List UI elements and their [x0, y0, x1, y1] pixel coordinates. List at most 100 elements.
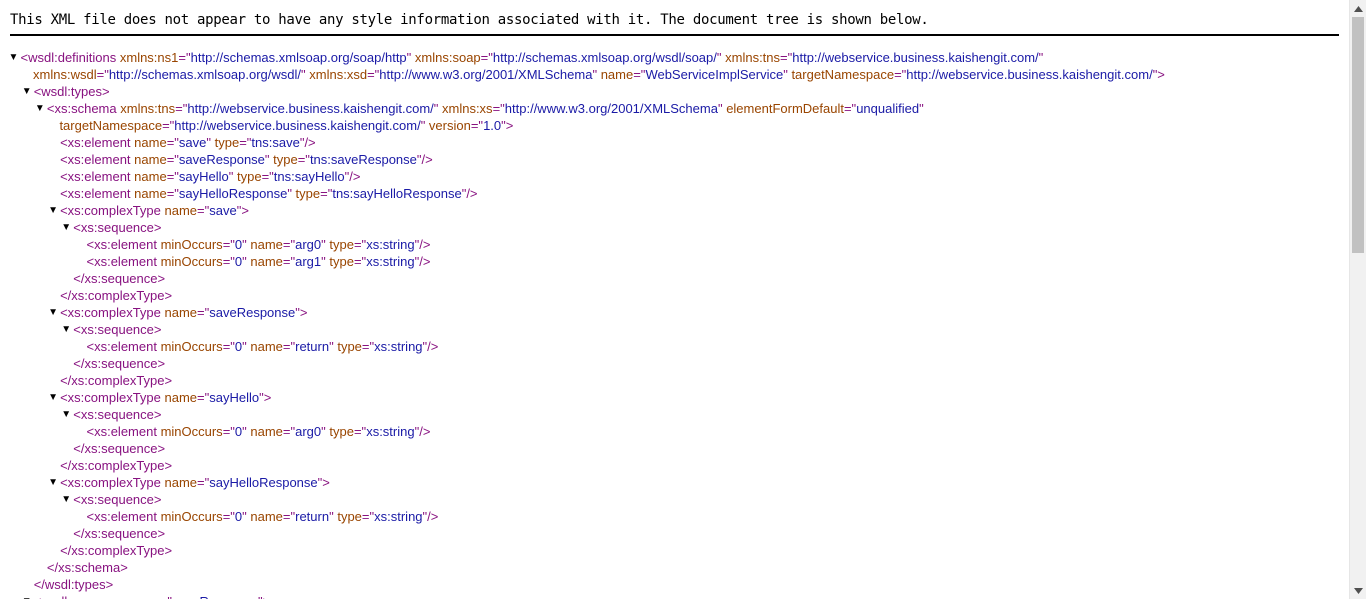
xml-tree-line-content: <xs:element minOccurs="0" name="arg0" ty…	[87, 423, 431, 440]
xml-attr-name: type	[325, 424, 354, 439]
xml-tree-line-content: </xs:sequence>	[73, 270, 165, 287]
xml-attr-name: name	[124, 594, 160, 599]
xml-tag-token: ">	[501, 118, 514, 133]
xml-tree-line: <xs:element name="saveResponse" type="tn…	[8, 151, 1343, 168]
xml-tag-token: "/>	[344, 169, 361, 184]
vertical-scrollbar[interactable]	[1349, 0, 1366, 599]
xml-attr-name: name	[246, 339, 283, 354]
xml-tree-line-content: <wsdl:definitions xmlns:ns1="http://sche…	[21, 49, 1044, 66]
xml-attr-value: xs:string	[366, 254, 415, 269]
xml-attr-name: targetNamespace	[787, 67, 895, 82]
xml-attr-name: xmlns:ns1	[116, 50, 179, 65]
xml-tag-token: ="	[492, 101, 505, 116]
xml-tree-line: ▼ <xs:sequence>	[8, 491, 1343, 508]
xml-tree-line: xmlns:wsdl="http://schemas.xmlsoap.org/w…	[8, 66, 1343, 83]
xml-attr-name: name	[160, 475, 198, 490]
xml-attr-name: type	[211, 135, 240, 150]
xml-tag-token: ="	[282, 237, 296, 252]
xml-tree-line: ▼ <xs:complexType name="save">	[8, 202, 1343, 219]
scroll-up-arrow-icon[interactable]	[1350, 0, 1366, 17]
xml-document-tree: ▼ <wsdl:definitions xmlns:ns1="http://sch…	[8, 49, 1343, 599]
xml-tree-line: targetNamespace="http://webservice.busin…	[8, 117, 1343, 134]
xml-tag-token: ="	[480, 50, 493, 65]
xml-attr-name: name	[246, 237, 283, 252]
xml-tree-line-content: <xs:element minOccurs="0" name="arg1" ty…	[87, 253, 431, 270]
xml-tree-line-content: </xs:complexType>	[60, 457, 172, 474]
xml-attr-name: version	[425, 118, 471, 133]
xml-tree-line-content: </xs:complexType>	[60, 542, 172, 559]
collapse-arrow-icon[interactable]: ▼	[61, 321, 71, 338]
collapse-arrow-icon[interactable]: ▼	[61, 219, 71, 236]
xml-attr-value: tns:sayHelloResponse	[332, 186, 462, 201]
xml-tag-token: ="	[166, 169, 179, 184]
no-style-info-notice: This XML file does not appear to have an…	[10, 10, 1339, 36]
xml-attr-value: arg0	[295, 237, 322, 252]
xml-tag-token: "/>	[422, 509, 439, 524]
xml-tree-line: ▼ <wsdl:types>	[8, 83, 1343, 100]
collapse-arrow-icon[interactable]: ▼	[35, 100, 45, 117]
collapse-arrow-icon[interactable]: ▼	[22, 593, 32, 599]
xml-tree-line-content: </xs:sequence>	[73, 440, 165, 457]
xml-tree-line-content: </xs:sequence>	[73, 525, 165, 542]
collapse-arrow-icon[interactable]: ▼	[61, 406, 71, 423]
xml-tree-line-content: </xs:schema>	[47, 559, 128, 576]
xml-tag-token: </xs:sequence>	[73, 441, 166, 456]
xml-tag-token: ">	[295, 305, 308, 320]
scrollbar-thumb[interactable]	[1352, 17, 1364, 253]
xml-tag-token: <wsdl:types>	[33, 84, 110, 99]
collapse-arrow-icon[interactable]: ▼	[61, 491, 71, 508]
xml-tag-token: </xs:schema>	[46, 560, 128, 575]
xml-tag-token: ="	[160, 594, 172, 599]
xml-tag-token: ="	[361, 339, 375, 354]
xml-tag-token: <xs:complexType	[60, 203, 161, 218]
xml-tree-line: </xs:complexType>	[8, 372, 1343, 389]
scroll-down-arrow-icon[interactable]	[1350, 582, 1366, 599]
xml-tag-token: ="	[222, 509, 235, 524]
xml-attr-name: type	[233, 169, 262, 184]
xml-tag-token: <xs:element	[86, 509, 157, 524]
xml-tag-token: ="	[178, 50, 191, 65]
collapse-arrow-icon[interactable]: ▼	[48, 202, 58, 219]
xml-tag-token: ="	[282, 424, 296, 439]
xml-tag-token: <xs:complexType	[60, 390, 161, 405]
xml-tree-line-content: <xs:sequence>	[73, 491, 161, 508]
xml-attr-value: http://www.w3.org/2001/XMLSchema	[504, 101, 718, 116]
xml-tree-line: <xs:element minOccurs="0" name="return" …	[8, 338, 1343, 355]
xml-attr-value: saveResponse	[209, 305, 296, 320]
xml-tree-line-content: <xs:schema xmlns:tns="http://webservice.…	[47, 100, 924, 117]
xml-tag-token: ="	[843, 101, 857, 116]
xml-attr-value: tns:save	[251, 135, 300, 150]
xml-attr-value: xs:string	[374, 339, 423, 354]
xml-tag-token: <xs:element	[86, 237, 157, 252]
xml-tag-token: </xs:complexType>	[60, 373, 173, 388]
xml-attr-name: targetNamespace	[59, 118, 163, 133]
xml-tree-line: <xs:element minOccurs="0" name="arg0" ty…	[8, 423, 1343, 440]
xml-tag-token: ="	[162, 118, 175, 133]
xml-tag-token: <xs:sequence>	[73, 407, 162, 422]
collapse-arrow-icon[interactable]: ▼	[48, 474, 58, 491]
xml-tree-line: ▼ <xs:schema xmlns:tns="http://webservice…	[8, 100, 1343, 117]
xml-tag-token: "	[919, 101, 924, 116]
xml-tag-token: </xs:complexType>	[60, 288, 173, 303]
xml-tag-token: ="	[239, 135, 252, 150]
xml-tag-token: ="	[222, 237, 235, 252]
collapse-arrow-icon[interactable]: ▼	[48, 389, 58, 406]
collapse-arrow-icon[interactable]: ▼	[9, 49, 19, 66]
xml-tree-line: <xs:element minOccurs="0" name="arg1" ty…	[8, 253, 1343, 270]
xml-tag-token: ="	[197, 203, 210, 218]
xml-attr-name: xmlns:tns	[116, 101, 176, 116]
xml-attr-name: minOccurs	[156, 339, 223, 354]
xml-tag-token: "/>	[414, 237, 431, 252]
collapse-arrow-icon[interactable]: ▼	[48, 304, 58, 321]
xml-attr-name: xmlns:xsd	[305, 67, 368, 82]
xml-attr-value: saveResponse	[178, 152, 265, 167]
xml-attr-name: elementFormDefault	[722, 101, 844, 116]
xml-tree-line-content: <xs:element name="sayHello" type="tns:sa…	[60, 168, 360, 185]
xml-tree-line-content: <wsdl:types>	[34, 83, 110, 100]
xml-attr-name: name	[130, 186, 167, 201]
xml-tag-token: ="	[353, 237, 367, 252]
xml-tag-token: <wsdl:definitions	[20, 50, 117, 65]
collapse-arrow-icon[interactable]: ▼	[22, 83, 32, 100]
xml-tree-line: </xs:complexType>	[8, 457, 1343, 474]
xml-attr-value: return	[295, 339, 330, 354]
